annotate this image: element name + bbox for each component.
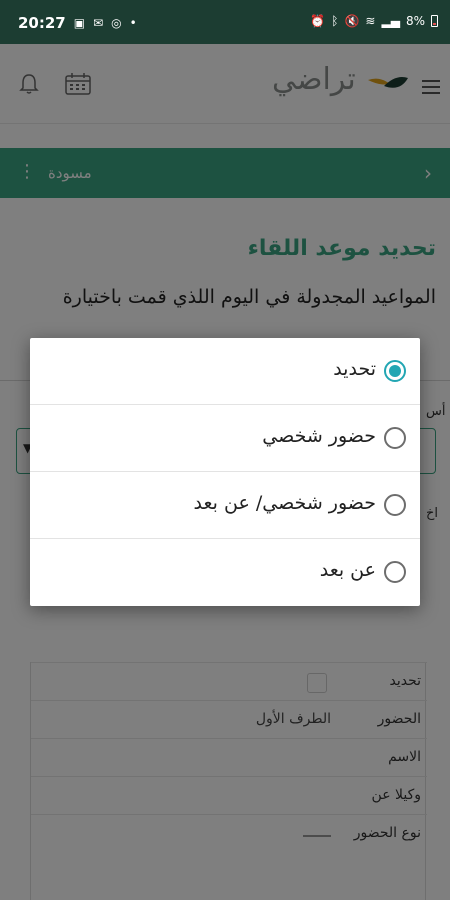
mail-icon: ✉ [93, 16, 104, 30]
option-remote[interactable]: عن بعد [30, 539, 420, 606]
option-label: حضور شخصي/ عن بعد [193, 492, 376, 514]
status-bar-right: ⏰ ᛒ 🔇 ≋ ▂▄ 8% [310, 14, 438, 28]
battery-icon [431, 15, 438, 27]
radio-selected-icon [384, 360, 406, 382]
bluetooth-icon: ᛒ [331, 14, 339, 28]
signal-icon: ▂▄ [381, 14, 400, 28]
radio-unselected-icon [384, 561, 406, 583]
option-in-person[interactable]: حضور شخصي [30, 405, 420, 472]
alarm-icon: ⏰ [310, 14, 326, 28]
mute-icon: 🔇 [344, 14, 360, 28]
status-bar: 20:27 ▣ ✉ ◎ • ⏰ ᛒ 🔇 ≋ ▂▄ 8% [0, 0, 450, 44]
whatsapp-icon: ◎ [111, 16, 122, 30]
wifi-icon: ≋ [365, 14, 376, 28]
status-bar-left: 20:27 ▣ ✉ ◎ • [18, 14, 137, 32]
option-label: عن بعد [319, 559, 376, 581]
battery-percent: 8% [405, 14, 425, 28]
option-tahdid[interactable]: تحديد [30, 338, 420, 405]
radio-unselected-icon [384, 494, 406, 516]
radio-unselected-icon [384, 427, 406, 449]
option-label: حضور شخصي [262, 425, 376, 447]
attendance-type-dialog: تحديد حضور شخصي حضور شخصي/ عن بعد عن بعد [30, 338, 420, 606]
image-icon: ▣ [73, 16, 86, 30]
status-time: 20:27 [18, 14, 66, 32]
option-label: تحديد [333, 358, 376, 380]
dot-icon: • [129, 16, 137, 30]
option-in-person-remote[interactable]: حضور شخصي/ عن بعد [30, 472, 420, 539]
